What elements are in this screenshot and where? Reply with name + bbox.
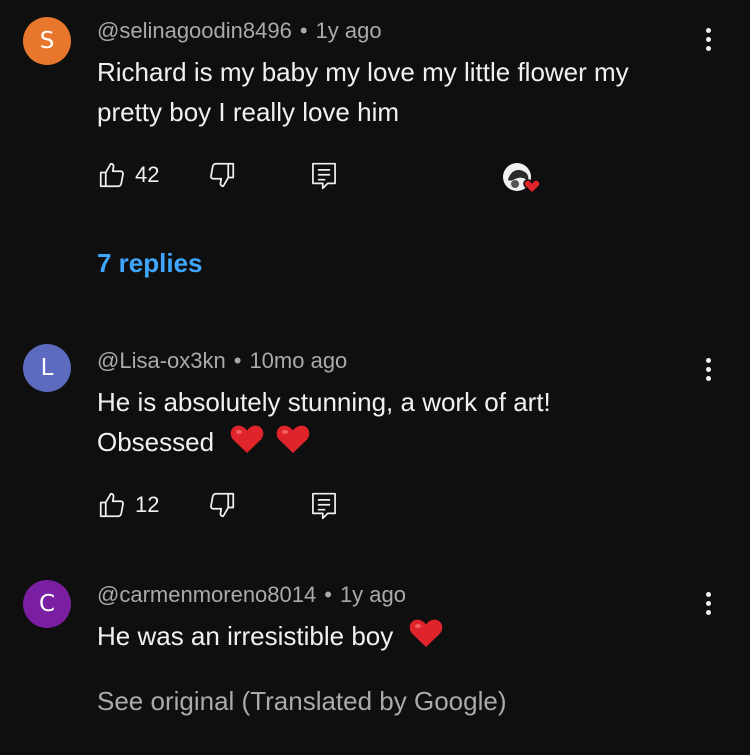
thumbs-up-icon (99, 162, 124, 188)
replies-toggle[interactable]: 7 replies (97, 248, 203, 279)
comment-time[interactable]: 1y ago (340, 582, 406, 607)
creator-heart-icon (503, 163, 541, 195)
thumbs-down-icon (210, 492, 235, 518)
comment-time[interactable]: 10mo ago (249, 348, 347, 373)
more-vert-icon-dot (705, 46, 711, 51)
more-vert-icon-dot (705, 37, 711, 42)
comment-meta: @selinagoodin8496 • 1y ago (97, 18, 382, 44)
more-vert-icon-dot (705, 367, 711, 372)
meta-separator: • (299, 18, 308, 43)
more-vert-icon-dot (705, 28, 711, 33)
comment-text: Richard is my baby my love my little flo… (97, 52, 707, 132)
heart-emoji-icon (276, 425, 309, 453)
like-count: 42 (135, 162, 160, 187)
more-options-button[interactable] (704, 592, 712, 615)
dislike-button[interactable] (207, 490, 237, 520)
comment-actions: 42 (97, 160, 541, 195)
comment-handle[interactable]: @Lisa-ox3kn (97, 348, 226, 373)
comment-text-line: Obsessed (97, 427, 215, 457)
avatar-letter: L (40, 355, 54, 381)
creator-heart[interactable] (502, 160, 544, 198)
like-count: 12 (135, 492, 160, 517)
more-options-button[interactable] (704, 28, 712, 51)
comment-text-line: He was an irresistible boy (97, 621, 394, 651)
reply-button[interactable] (309, 160, 339, 192)
comment-text: He was an irresistible boy (97, 616, 707, 656)
comment-text-line: Richard is my baby my love my little flo… (97, 57, 629, 87)
more-vert-icon-dot (705, 592, 711, 597)
comment-text-line: He is absolutely stunning, a work of art… (97, 387, 551, 417)
reply-button[interactable] (309, 490, 339, 522)
reply-icon (312, 162, 336, 190)
avatar[interactable]: L (23, 344, 71, 392)
meta-separator: • (233, 348, 242, 373)
heart-emoji-icon (231, 425, 264, 453)
avatar-letter: C (38, 591, 56, 617)
more-vert-icon-dot (705, 358, 711, 363)
comment-handle[interactable]: @selinagoodin8496 (97, 18, 292, 43)
dislike-button[interactable] (207, 160, 237, 190)
like-button[interactable]: 12 (97, 490, 159, 520)
comment-text-line-2: Obsessed (97, 422, 707, 462)
see-original-link[interactable]: See original (Translated by Google) (97, 686, 506, 717)
comment-text-line: pretty boy I really love him (97, 97, 400, 127)
comment-handle[interactable]: @carmenmoreno8014 (97, 582, 316, 607)
avatar-letter: S (39, 28, 55, 54)
avatar[interactable]: C (23, 580, 71, 628)
reply-icon (312, 492, 336, 520)
avatar[interactable]: S (23, 17, 71, 65)
thumbs-up-icon (99, 492, 124, 518)
more-vert-icon-dot (705, 601, 711, 606)
comment-actions: 12 (97, 490, 397, 524)
heart-emoji-icon (410, 619, 443, 647)
comment-meta: @carmenmoreno8014 • 1y ago (97, 582, 406, 608)
thumbs-down-icon (210, 162, 235, 188)
comment-text: He is absolutely stunning, a work of art… (97, 382, 707, 462)
comment-time[interactable]: 1y ago (316, 18, 382, 43)
comment-meta: @Lisa-ox3kn • 10mo ago (97, 348, 347, 374)
like-button[interactable]: 42 (97, 160, 159, 190)
more-options-button[interactable] (704, 358, 712, 381)
meta-separator: • (324, 582, 332, 607)
more-vert-icon-dot (705, 610, 711, 615)
more-vert-icon-dot (705, 376, 711, 381)
